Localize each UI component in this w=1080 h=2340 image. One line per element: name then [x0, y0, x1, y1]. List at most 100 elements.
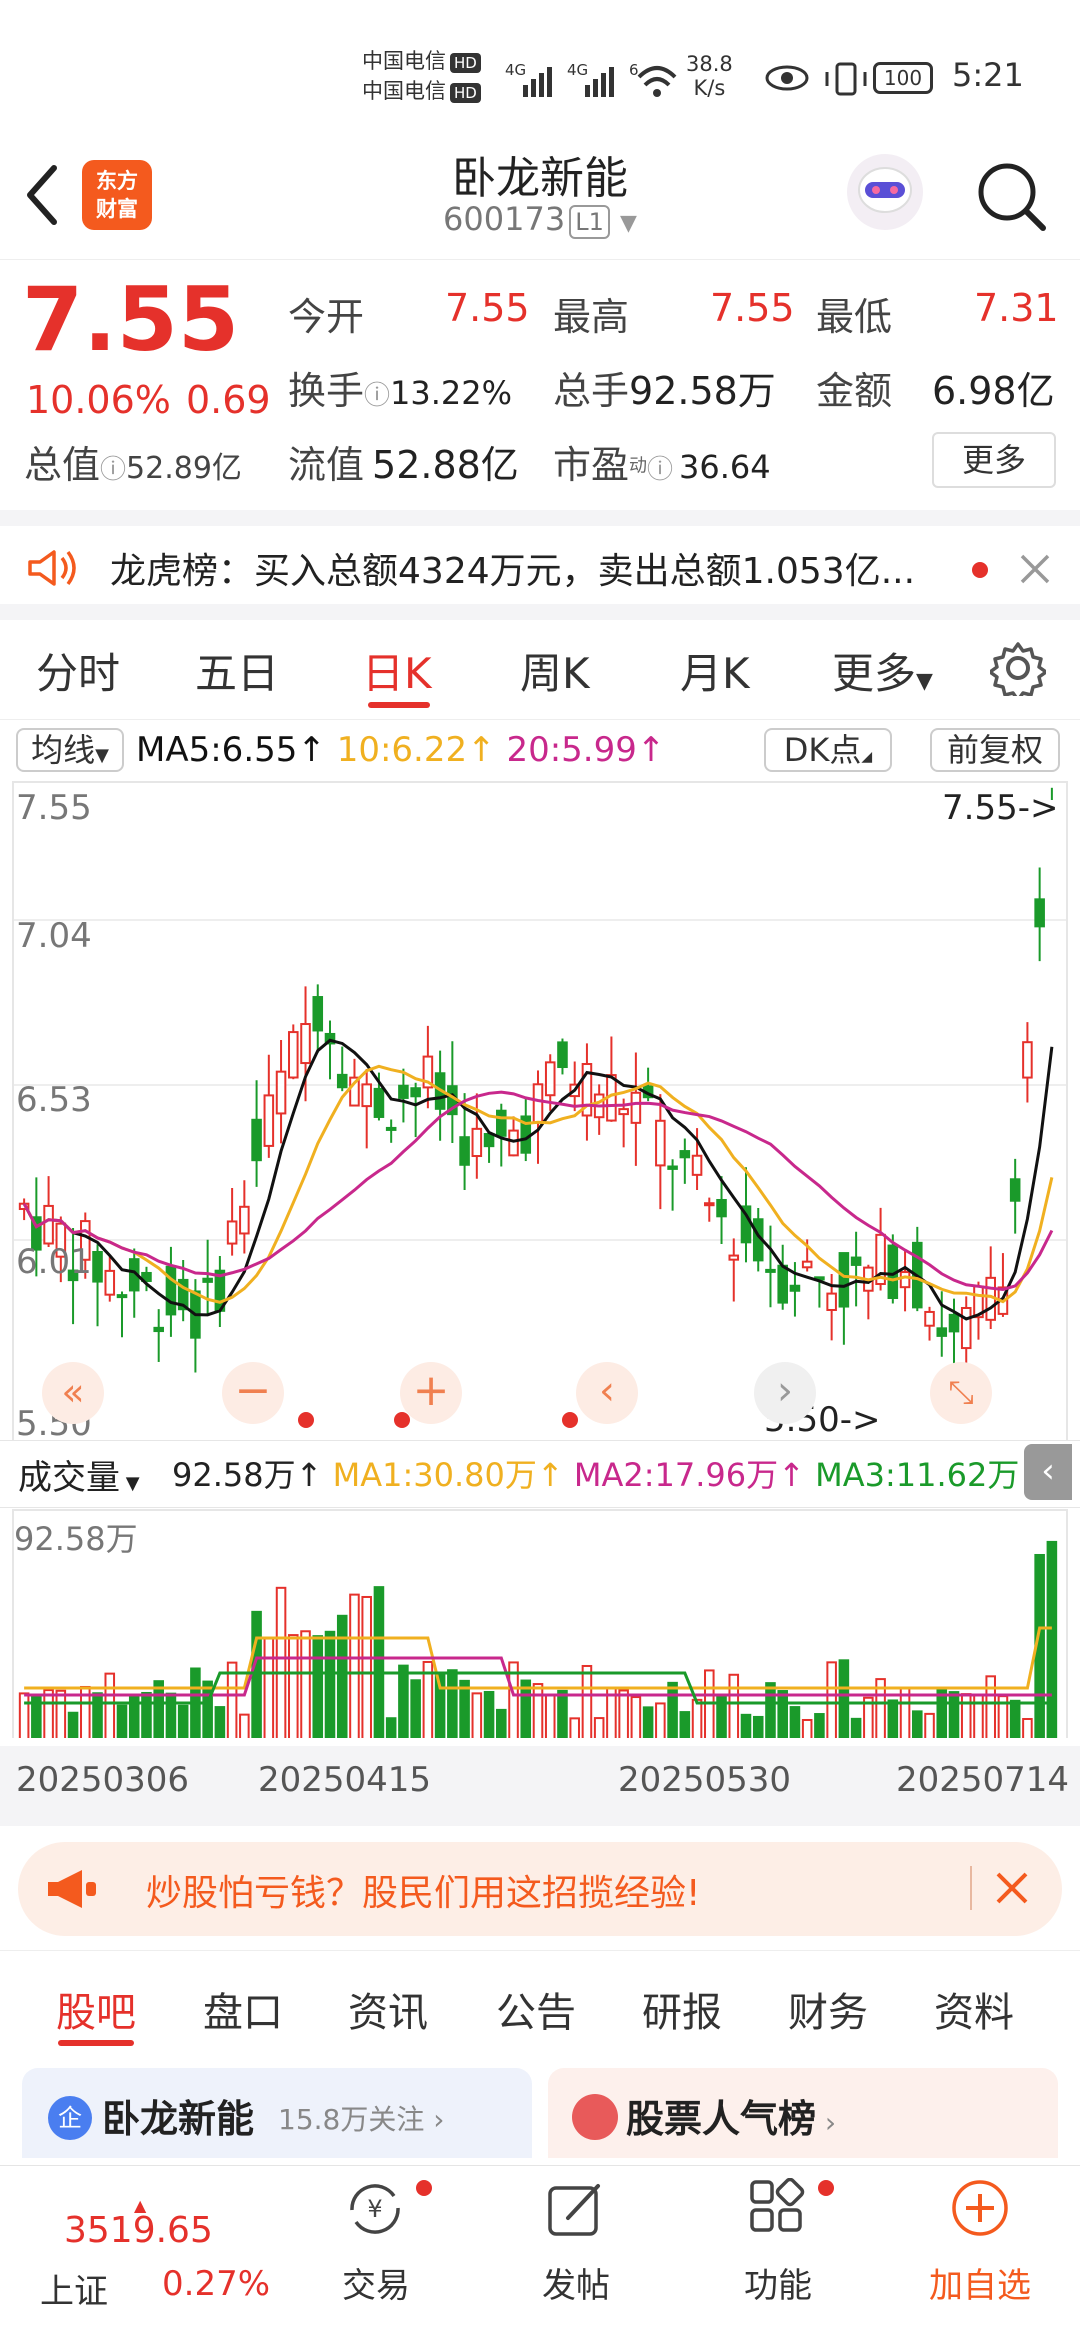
zoom-out-button[interactable]: −	[222, 1362, 284, 1424]
net-speed: 38.8 K/s	[686, 52, 733, 100]
level-badge: L1	[569, 205, 610, 239]
scroll-start-button[interactable]: «	[42, 1362, 104, 1424]
nav-trade[interactable]: 交易	[306, 2258, 446, 2307]
robot-assistant-icon[interactable]	[845, 152, 925, 232]
trade-icon[interactable]: ¥	[342, 2176, 408, 2242]
popularity-card[interactable]: 股票人气榜 ›	[548, 2068, 1058, 2158]
stock-forum-card[interactable]: 企 卧龙新能 15.8万关注 ›	[22, 2068, 532, 2158]
notification-dot	[416, 2180, 432, 2196]
tab-daily-k[interactable]: 日K	[362, 640, 432, 701]
adjust-button[interactable]: 前复权	[930, 728, 1060, 772]
volume-chart[interactable]	[0, 1508, 1080, 1738]
bottom-nav: 3519.65 ▲ 上证 0.27% ¥ 交易 发帖 功能 加自选	[0, 2165, 1080, 2340]
speaker-icon	[28, 550, 76, 586]
info-icon[interactable]: ⓘ	[100, 455, 126, 485]
index-pct: 0.27%	[162, 2264, 271, 2304]
tab-finance[interactable]: 财务	[788, 1980, 868, 2038]
volume-bar	[544, 1693, 556, 1738]
functions-grid-icon[interactable]	[748, 2178, 808, 2238]
more-button[interactable]: 更多	[932, 432, 1056, 488]
post-edit-icon[interactable]	[546, 2180, 606, 2240]
amount-label: 金额	[816, 369, 893, 413]
candlestick-chart[interactable]	[0, 780, 1080, 1440]
active-tab-indicator	[368, 702, 430, 708]
float-value: 流值 52.88亿	[288, 443, 519, 487]
candle	[801, 1260, 813, 1269]
price-axis-4: 6.01	[16, 1242, 92, 1282]
volume-bar	[740, 1713, 752, 1738]
tab-order-book[interactable]: 盘口	[203, 1980, 283, 2038]
volume-bar	[239, 1713, 250, 1738]
volume-bar	[912, 1710, 923, 1738]
tab-weekly-k[interactable]: 周K	[520, 640, 590, 701]
dk-point-button[interactable]: DK点◢	[764, 728, 892, 772]
volume-selector[interactable]: 成交量 ▼	[18, 1450, 140, 1499]
candle	[716, 1198, 727, 1218]
ma-legend: MA5:6.55↑ 10:6.22↑ 20:5.99↑	[136, 730, 665, 770]
volume-bar	[410, 1679, 421, 1738]
tab-forum[interactable]: 股吧	[56, 1980, 136, 2038]
tab-more[interactable]: 更多▼	[832, 640, 933, 701]
nav-post[interactable]: 发帖	[506, 2258, 646, 2307]
candle	[850, 1256, 862, 1266]
nav-add-watchlist[interactable]: 加自选	[910, 2258, 1050, 2307]
event-dot[interactable]	[298, 1412, 314, 1428]
volume-bar	[141, 1691, 152, 1738]
low-label: 最低	[816, 295, 893, 339]
close-icon[interactable]	[1018, 552, 1052, 586]
tab-research[interactable]: 研报	[642, 1980, 722, 2038]
zoom-in-button[interactable]: +	[400, 1362, 462, 1424]
candle	[483, 1133, 495, 1148]
candle	[532, 1083, 544, 1124]
candle	[92, 1251, 103, 1283]
volume-bar	[398, 1664, 409, 1738]
volume-max-label: 92.58万	[14, 1520, 138, 1558]
tab-announcements[interactable]: 公告	[496, 1980, 576, 2038]
nav-functions[interactable]: 功能	[708, 2258, 848, 2307]
info-icon[interactable]: ⓘ	[647, 455, 673, 485]
ma-selector[interactable]: 均线▼	[16, 728, 124, 772]
candle	[508, 1129, 519, 1157]
candle	[410, 1087, 421, 1098]
volume-bar	[789, 1706, 801, 1738]
scroll-left-button[interactable]: ‹	[576, 1362, 638, 1424]
candle	[202, 1277, 213, 1283]
volume-bar	[496, 1708, 507, 1738]
candle	[300, 1023, 311, 1065]
tab-monthly-k[interactable]: 月K	[680, 640, 750, 701]
tab-intraday[interactable]: 分时	[36, 640, 120, 701]
ad-banner[interactable]: 炒股怕亏钱？股民们用这招揽经验!	[18, 1842, 1062, 1936]
candle	[496, 1109, 507, 1137]
event-dot[interactable]	[394, 1412, 410, 1428]
ma10-value: 10:6.22↑	[336, 730, 496, 770]
volume-bar	[850, 1717, 862, 1738]
add-watchlist-icon[interactable]	[950, 2178, 1010, 2238]
search-icon[interactable]	[975, 160, 1050, 235]
volume-bar	[275, 1586, 287, 1738]
volume-bar	[618, 1689, 629, 1738]
dragon-tiger-notice[interactable]: 龙虎榜：买入总额4324万元，卖出总额1.053亿...	[0, 510, 1080, 620]
volume-bars	[18, 1540, 1058, 1738]
close-icon[interactable]	[994, 1870, 1030, 1906]
volume-bar	[679, 1711, 691, 1738]
tab-five-day[interactable]: 五日	[195, 640, 279, 701]
event-dot[interactable]	[562, 1412, 578, 1428]
svg-text:4G: 4G	[505, 61, 526, 79]
info-icon[interactable]: ⓘ	[364, 381, 390, 411]
pe-ratio: 市盈动ⓘ 36.64	[553, 443, 771, 487]
candle	[826, 1292, 837, 1311]
tab-profile[interactable]: 资料	[934, 1980, 1014, 2038]
index-value[interactable]: 3519.65	[64, 2210, 213, 2251]
up-arrow-icon: ▲	[134, 2196, 147, 2215]
tab-news[interactable]: 资讯	[348, 1980, 428, 2038]
collapse-panel-icon[interactable]: ‹	[1024, 1444, 1072, 1500]
volume-bar	[43, 1689, 54, 1738]
scroll-right-button[interactable]: ›	[754, 1362, 816, 1424]
date-label: 20250306	[16, 1760, 190, 1800]
fullscreen-icon[interactable]: ⤡	[930, 1362, 992, 1424]
candle	[459, 1136, 470, 1166]
candle	[361, 1083, 372, 1108]
settings-gear-icon[interactable]	[990, 640, 1046, 696]
volume-bar	[752, 1715, 764, 1738]
current-price: 7.55	[22, 268, 240, 371]
